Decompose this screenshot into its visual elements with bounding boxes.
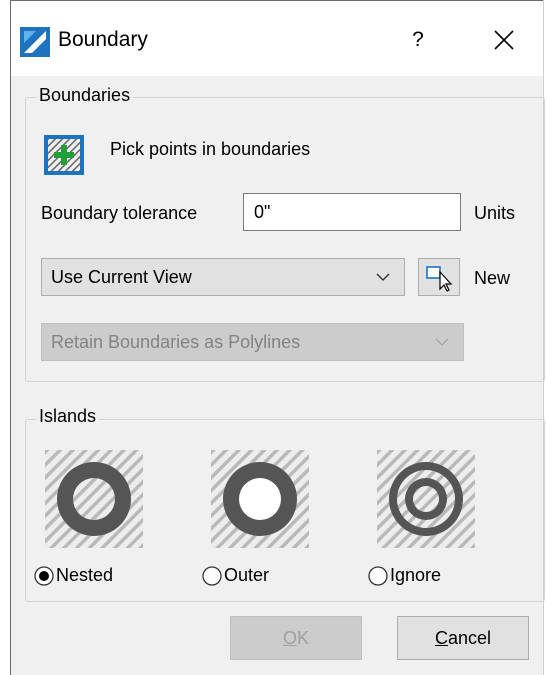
ignore-island-image	[377, 450, 475, 548]
boundary-tolerance-input[interactable]	[243, 193, 461, 231]
retain-select-value: Retain Boundaries as Polylines	[51, 332, 301, 352]
nested-radio[interactable]	[34, 566, 54, 586]
cancel-label: ancel	[447, 628, 492, 648]
pick-points-label: Pick points in boundaries	[110, 139, 311, 159]
new-label: New	[474, 268, 511, 288]
retain-boundaries-select[interactable]: Retain Boundaries as Polylines	[41, 323, 464, 361]
boundary-tolerance-label: Boundary tolerance	[41, 203, 198, 223]
view-select-value: Use Current View	[51, 267, 192, 287]
outer-island-image	[211, 450, 309, 548]
close-button[interactable]	[484, 22, 524, 58]
cancel-accelerator: C	[434, 628, 448, 648]
outer-radio-label: Outer	[224, 565, 270, 585]
ignore-radio-label: Ignore	[390, 565, 442, 585]
new-selection-button[interactable]	[418, 258, 460, 296]
chevron-down-icon	[435, 324, 449, 372]
ok-accelerator: O	[282, 628, 297, 648]
close-icon	[494, 30, 514, 50]
ok-button[interactable]: OK	[230, 616, 362, 660]
view-select[interactable]: Use Current View	[41, 258, 405, 296]
units-label: Units	[474, 203, 516, 223]
select-objects-icon	[426, 266, 453, 292]
islands-group-label: Islands	[36, 406, 100, 427]
hatch-pick-icon	[44, 135, 84, 175]
nested-island-image	[45, 450, 143, 548]
nested-radio-label: Nested	[56, 565, 114, 585]
cancel-button[interactable]: Cancel	[397, 616, 529, 660]
help-button[interactable]: ?	[398, 22, 438, 58]
window-title: Boundary	[58, 28, 148, 51]
ok-label: K	[297, 628, 310, 648]
pick-points-button[interactable]	[44, 135, 84, 175]
ignore-radio[interactable]	[368, 566, 388, 586]
chevron-down-icon	[376, 259, 390, 307]
bricscad-logo-icon	[20, 27, 50, 57]
outer-radio[interactable]	[202, 566, 222, 586]
boundaries-group-label: Boundaries	[36, 85, 134, 106]
